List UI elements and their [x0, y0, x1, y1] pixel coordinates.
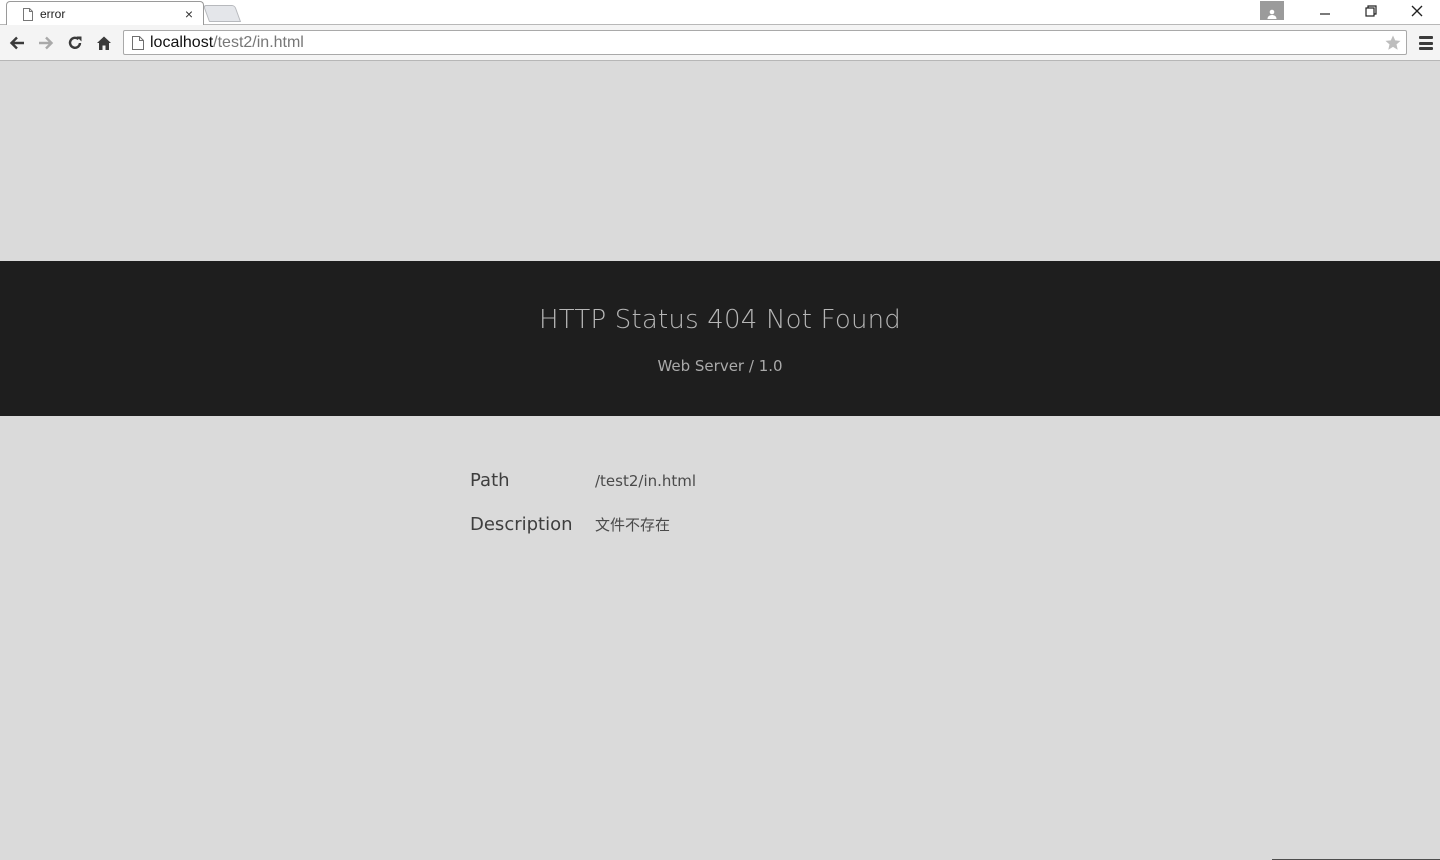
home-icon	[97, 36, 111, 50]
url-path: /test2/in.html	[213, 33, 304, 51]
page-title: HTTP Status 404 Not Found	[538, 305, 902, 335]
detail-label: Path	[470, 470, 510, 491]
arrow-left-icon	[9, 36, 24, 50]
forward-button[interactable]	[35, 32, 57, 54]
home-button[interactable]	[93, 32, 115, 54]
restore-icon	[1365, 5, 1377, 17]
person-icon	[1267, 9, 1277, 19]
reload-button[interactable]	[64, 32, 86, 54]
minimize-button[interactable]	[1302, 1, 1348, 21]
error-details: Path /test2/in.html Description 文件不存在	[470, 470, 696, 558]
page-content: HTTP Status 404 Not Found Web Server / 1…	[0, 61, 1440, 860]
detail-value: 文件不存在	[595, 516, 671, 534]
tab-close-button[interactable]: ×	[181, 6, 197, 22]
url-host: localhost	[150, 33, 214, 51]
page-icon	[23, 7, 33, 21]
detail-label: Description	[470, 514, 573, 535]
browser-tab[interactable]: error ×	[6, 1, 204, 26]
close-icon	[1411, 5, 1423, 17]
detail-value: /test2/in.html	[595, 472, 697, 490]
arrow-right-icon	[39, 36, 54, 50]
server-name: Web Server / 1.0	[657, 357, 783, 375]
page-icon	[132, 35, 144, 50]
reload-icon	[68, 36, 82, 49]
back-button[interactable]	[6, 32, 28, 54]
tab-title: error	[40, 7, 66, 21]
browser-toolbar: localhost/test2/in.html	[0, 25, 1440, 61]
close-icon: ×	[184, 6, 194, 22]
hamburger-icon[interactable]	[1418, 34, 1434, 52]
restore-button[interactable]	[1348, 1, 1394, 21]
new-tab-button[interactable]	[202, 5, 242, 22]
window-controls	[1260, 0, 1440, 22]
error-banner: HTTP Status 404 Not Found Web Server / 1…	[0, 261, 1440, 416]
browser-titlebar: error ×	[0, 0, 1440, 26]
detail-row-description: Description 文件不存在	[470, 514, 696, 558]
detail-row-path: Path /test2/in.html	[470, 470, 696, 514]
address-bar[interactable]: localhost/test2/in.html	[123, 30, 1407, 55]
window-close-button[interactable]	[1394, 1, 1440, 21]
profile-button[interactable]	[1260, 0, 1284, 20]
minimize-icon	[1320, 13, 1330, 15]
star-icon[interactable]	[1384, 34, 1402, 52]
